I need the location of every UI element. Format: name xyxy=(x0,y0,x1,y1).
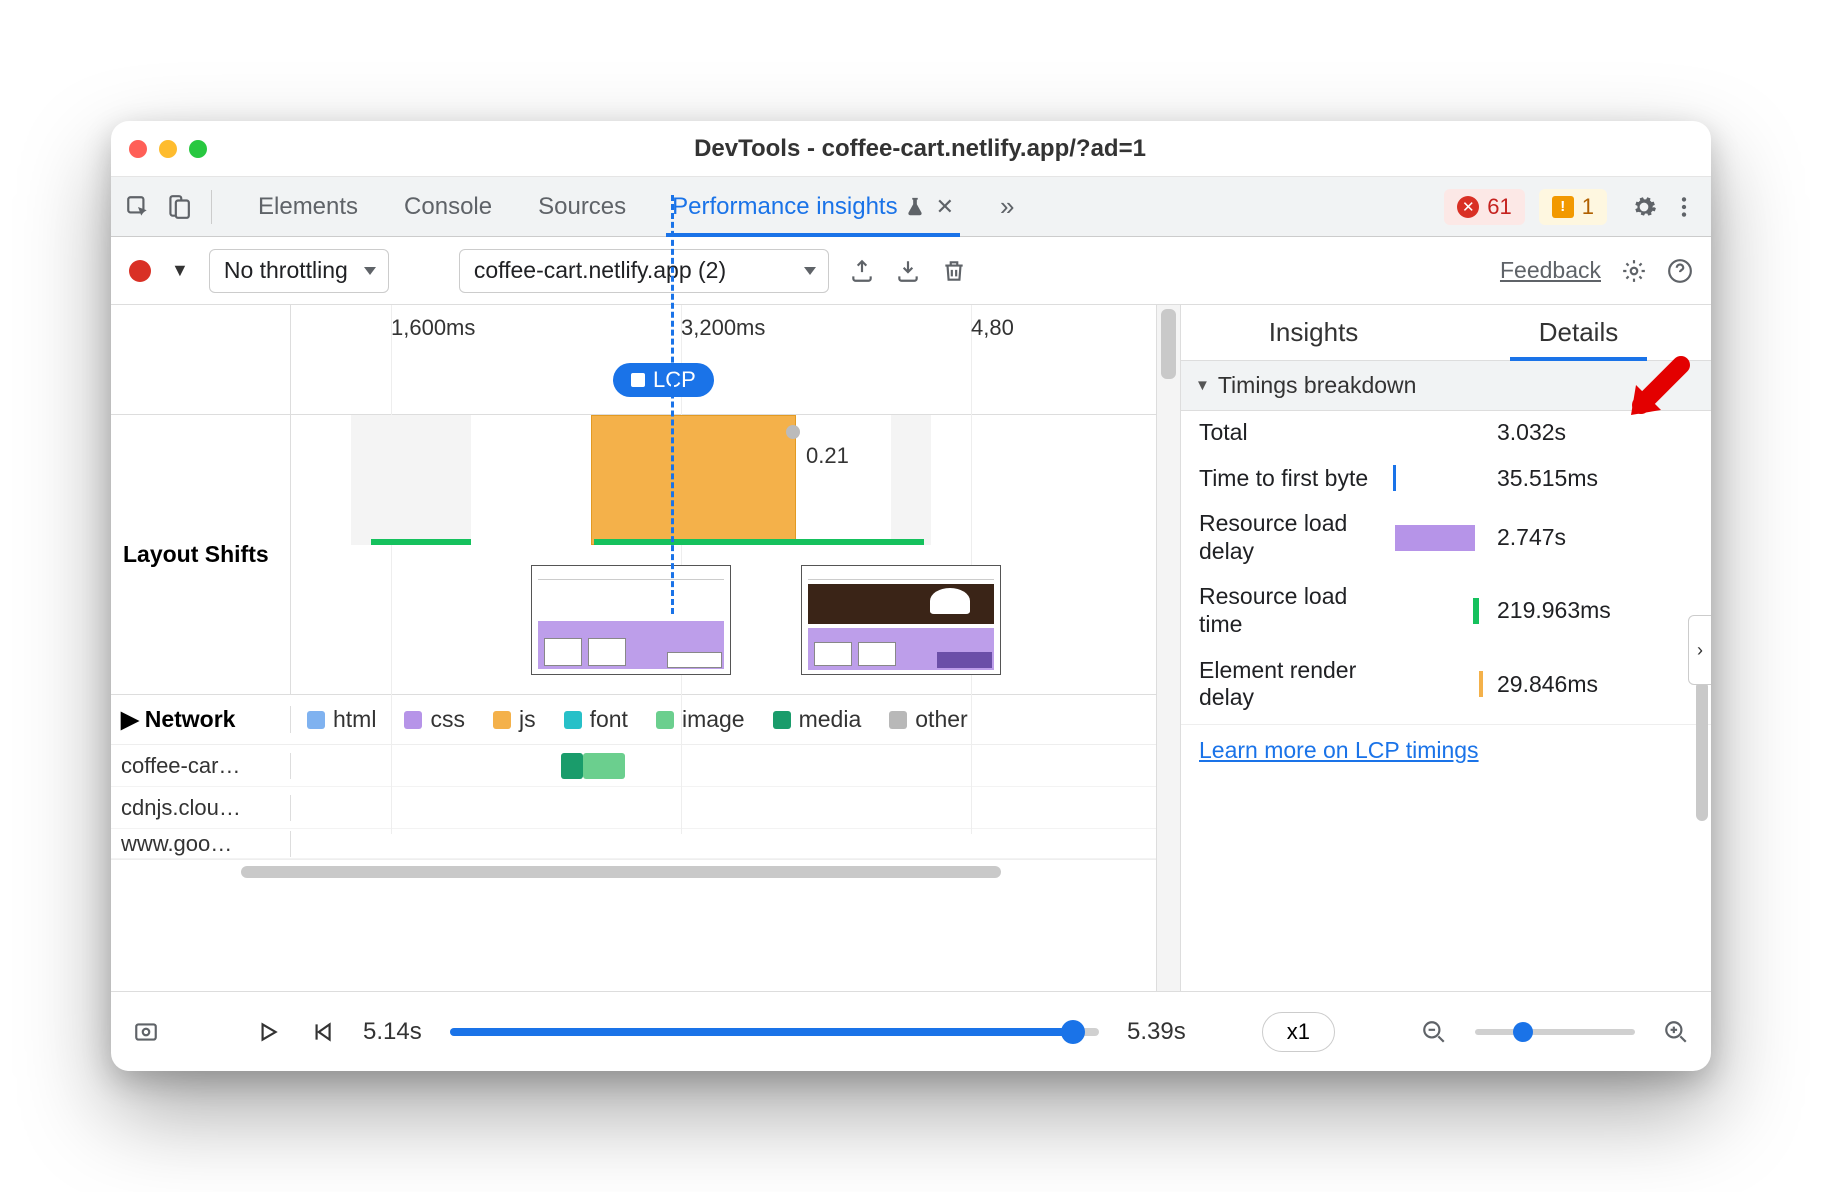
timing-row-resource-load-time: Resource load time 219.963ms xyxy=(1199,583,1693,638)
tab-label: Performance insights xyxy=(672,193,897,221)
zoom-in-icon[interactable] xyxy=(1663,1019,1689,1045)
network-row[interactable]: coffee-car… xyxy=(111,745,1180,787)
cls-region xyxy=(891,415,931,545)
tab-insights[interactable]: Insights xyxy=(1181,305,1446,360)
tab-details[interactable]: Details xyxy=(1446,305,1711,360)
network-lane: ▶ Network html css js font image media o… xyxy=(111,695,1180,883)
throttling-select[interactable]: No throttling xyxy=(209,249,389,293)
close-window-button[interactable] xyxy=(129,140,147,158)
network-host: www.goo… xyxy=(111,831,291,857)
kebab-icon[interactable] xyxy=(1671,194,1697,220)
warning-count: 1 xyxy=(1582,194,1594,220)
playback-total: 5.39s xyxy=(1127,1018,1186,1046)
cls-value: 0.21 xyxy=(806,443,849,469)
vertical-scrollbar[interactable] xyxy=(1156,305,1180,991)
record-menu-chevron-icon[interactable]: ▼ xyxy=(171,260,189,281)
play-button[interactable] xyxy=(255,1019,281,1045)
zoom-slider[interactable] xyxy=(1475,1029,1635,1035)
zoom-window-button[interactable] xyxy=(189,140,207,158)
preview-toggle-icon[interactable] xyxy=(133,1019,159,1045)
zoom-out-icon[interactable] xyxy=(1421,1019,1447,1045)
warning-count-badge[interactable]: ! 1 xyxy=(1539,189,1607,225)
playback-speed-button[interactable]: x1 xyxy=(1262,1012,1335,1052)
lcp-marker[interactable]: LCP xyxy=(613,363,714,397)
network-host: cdnjs.clou… xyxy=(111,795,291,821)
import-icon[interactable] xyxy=(895,258,921,284)
device-toggle-icon[interactable] xyxy=(165,194,191,220)
flask-icon xyxy=(904,196,926,218)
error-icon: ✕ xyxy=(1457,196,1479,218)
record-button[interactable] xyxy=(129,260,151,282)
page-select[interactable]: coffee-cart.netlify.app (2) xyxy=(459,249,829,293)
window-title: DevTools - coffee-cart.netlify.app/?ad=1 xyxy=(217,135,1623,163)
devtools-window: DevTools - coffee-cart.netlify.app/?ad=1… xyxy=(111,121,1711,1071)
tick-2: 3,200ms xyxy=(681,315,765,341)
rewind-button[interactable] xyxy=(309,1019,335,1045)
playback-bar: 5.14s 5.39s x1 xyxy=(111,991,1711,1071)
shift-bar xyxy=(594,539,924,545)
network-toggle[interactable]: ▶ Network xyxy=(111,706,291,733)
chevron-right-icon: ▶ xyxy=(121,706,139,733)
layout-shifts-lane: Layout Shifts 0.21 xyxy=(111,415,1180,695)
delete-icon[interactable] xyxy=(941,258,967,284)
details-panel: Insights Details ▼ Timings breakdown Tot… xyxy=(1181,305,1711,991)
inspect-icon[interactable] xyxy=(125,194,151,220)
timeline-ruler[interactable]: 1,600ms 3,200ms 4,80 LCP xyxy=(111,305,1180,415)
cls-region xyxy=(351,415,471,545)
timing-row-total: Total 3.032s xyxy=(1199,419,1693,447)
tick-3: 4,80 xyxy=(971,315,1014,341)
tab-performance-insights[interactable]: Performance insights ✕ xyxy=(666,177,960,236)
minimize-window-button[interactable] xyxy=(159,140,177,158)
playback-slider[interactable] xyxy=(450,1028,1099,1036)
panel-settings-gear-icon[interactable] xyxy=(1621,258,1647,284)
feedback-link[interactable]: Feedback xyxy=(1500,257,1601,284)
shift-bar xyxy=(371,539,471,545)
cls-point[interactable] xyxy=(786,425,800,439)
tab-sources[interactable]: Sources xyxy=(532,177,632,236)
playback-time: 5.14s xyxy=(363,1018,422,1046)
cls-block[interactable] xyxy=(591,415,796,545)
warning-icon: ! xyxy=(1552,196,1574,218)
main-toolbar: Elements Console Sources Performance ins… xyxy=(111,177,1711,237)
more-tabs-button[interactable]: » xyxy=(994,177,1020,236)
close-tab-icon[interactable]: ✕ xyxy=(936,194,954,220)
tab-console[interactable]: Console xyxy=(398,177,498,236)
tick-1: 1,600ms xyxy=(391,315,475,341)
timeline-panel: 1,600ms 3,200ms 4,80 LCP Layout Shifts xyxy=(111,305,1181,991)
chevron-down-icon: ▼ xyxy=(1195,377,1210,394)
screenshot-thumb[interactable] xyxy=(531,565,731,675)
screenshot-thumb[interactable] xyxy=(801,565,1001,675)
network-row[interactable]: cdnjs.clou… xyxy=(111,787,1180,829)
network-legend: html css js font image media other xyxy=(291,706,1180,733)
help-icon[interactable] xyxy=(1667,258,1693,284)
lane-label: Layout Shifts xyxy=(123,541,269,568)
horizontal-scrollbar[interactable] xyxy=(111,859,1180,883)
timing-row-ttfb: Time to first byte 35.515ms xyxy=(1199,465,1693,493)
playhead[interactable] xyxy=(671,195,674,614)
error-count: 61 xyxy=(1487,194,1511,220)
collapse-sidepanel-button[interactable]: › xyxy=(1688,615,1711,685)
network-row[interactable]: www.goo… xyxy=(111,829,1180,859)
network-host: coffee-car… xyxy=(111,753,291,779)
timing-row-element-render-delay: Element render delay 29.846ms xyxy=(1199,657,1693,712)
error-count-badge[interactable]: ✕ 61 xyxy=(1444,189,1524,225)
learn-more-link[interactable]: Learn more on LCP timings xyxy=(1181,725,1711,782)
tab-elements[interactable]: Elements xyxy=(252,177,364,236)
panel-tabs: Elements Console Sources Performance ins… xyxy=(252,177,1021,236)
lcp-stop-icon xyxy=(631,373,645,387)
traffic-lights xyxy=(129,140,207,158)
recording-toolbar: ▼ No throttling coffee-cart.netlify.app … xyxy=(111,237,1711,305)
titlebar: DevTools - coffee-cart.netlify.app/?ad=1 xyxy=(111,121,1711,177)
gear-icon[interactable] xyxy=(1631,194,1657,220)
timings-breakdown-header[interactable]: ▼ Timings breakdown xyxy=(1181,361,1711,411)
export-icon[interactable] xyxy=(849,258,875,284)
timing-row-resource-load-delay: Resource load delay 2.747s xyxy=(1199,510,1693,565)
